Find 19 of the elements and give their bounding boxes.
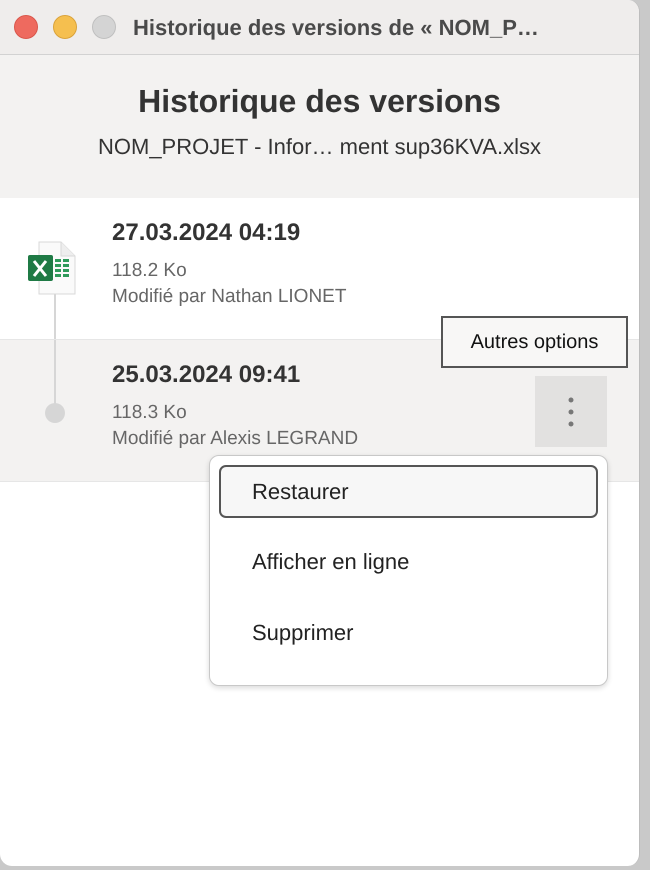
zoom-icon <box>92 15 116 39</box>
dialog-title: Historique des versions <box>138 82 501 121</box>
tooltip: Autres options <box>441 316 628 368</box>
kebab-icon <box>568 396 574 426</box>
minimize-icon[interactable] <box>53 15 77 39</box>
modified-by: Modifié par Nathan LIONET <box>112 285 346 309</box>
file-name: NOM_PROJET - Infor… ment sup36KVA.xlsx <box>98 133 541 161</box>
window-title: Historique des versions de « NOM_P… <box>133 14 539 42</box>
menu-item[interactable]: Afficher en ligne <box>219 535 598 589</box>
version-date: 25.03.2024 09:41 <box>112 360 302 390</box>
menu-item[interactable]: Restaurer <box>219 465 598 518</box>
file-size: 118.2 Ko <box>112 259 188 283</box>
spreadsheet-file-icon <box>27 241 77 295</box>
close-icon[interactable] <box>14 15 38 39</box>
menu-item[interactable]: Supprimer <box>219 606 598 659</box>
more-options-button[interactable] <box>535 376 607 447</box>
version-date: 27.03.2024 04:19 <box>112 218 302 248</box>
modified-by: Modifié par Alexis LEGRAND <box>112 427 358 451</box>
file-size: 118.3 Ko <box>112 401 188 425</box>
